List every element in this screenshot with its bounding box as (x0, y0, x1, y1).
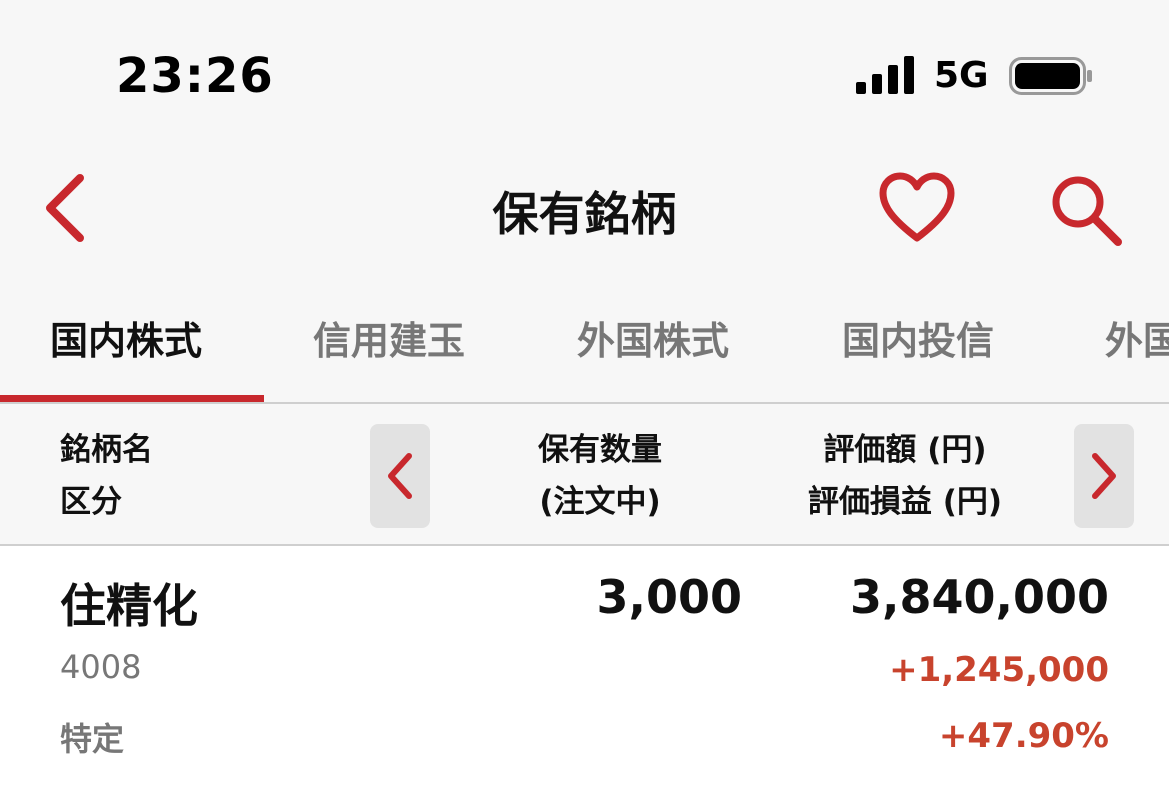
status-bar: 23:26 5G (0, 0, 1169, 140)
column-quantity-label: 保有数量 (538, 432, 662, 468)
tab-foreign-stocks[interactable]: 外国株式 (577, 310, 729, 365)
account-type: 特定 (60, 720, 125, 758)
search-icon[interactable] (1046, 170, 1126, 250)
battery-icon (1009, 57, 1092, 95)
profit-loss-amount: +1,245,000 (889, 650, 1109, 690)
column-quantity-header: 保有数量 (注文中) (510, 424, 690, 528)
profit-loss-percent: +47.90% (938, 716, 1109, 756)
holding-row[interactable]: 住精化 4008 特定 3,000 3,840,000 +1,245,000 +… (0, 548, 1169, 789)
scroll-columns-right-button[interactable] (1074, 424, 1134, 528)
column-header: 銘柄名 区分 保有数量 (注文中) 評価額 (円) 評価損益 (円) (0, 404, 1169, 546)
tab-domestic-funds[interactable]: 国内投信 (842, 310, 994, 365)
nav-bar: 保有銘柄 (0, 140, 1169, 280)
tab-foreign-funds[interactable]: 外国 (1105, 310, 1169, 365)
tab-margin-positions[interactable]: 信用建玉 (313, 310, 465, 365)
column-value-header: 評価額 (円) 評価損益 (円) (770, 424, 1040, 528)
stock-name: 住精化 (60, 579, 198, 633)
column-name-label: 銘柄名 (60, 432, 153, 468)
asset-tabs: 国内株式 信用建玉 外国株式 国内投信 外国 (0, 280, 1169, 404)
holding-quantity: 3,000 (596, 570, 742, 624)
market-value: 3,840,000 (850, 570, 1109, 624)
stock-code: 4008 (60, 648, 142, 686)
column-value-label: 評価額 (円) (823, 432, 987, 468)
status-time: 23:26 (116, 48, 274, 104)
network-type: 5G (934, 55, 989, 96)
column-name-header: 銘柄名 区分 (60, 424, 153, 528)
chevron-right-icon (1092, 453, 1116, 499)
active-tab-indicator (0, 395, 264, 402)
page-title: 保有銘柄 (492, 187, 677, 241)
signal-bars-icon (856, 56, 914, 94)
column-pl-label: 評価損益 (円) (807, 484, 1003, 520)
chevron-left-icon (388, 453, 412, 499)
tab-domestic-stocks[interactable]: 国内株式 (50, 310, 202, 365)
heart-icon[interactable] (878, 172, 956, 244)
column-account-label: 区分 (60, 484, 122, 520)
scroll-columns-left-button[interactable] (370, 424, 430, 528)
column-pending-label: (注文中) (539, 484, 661, 520)
